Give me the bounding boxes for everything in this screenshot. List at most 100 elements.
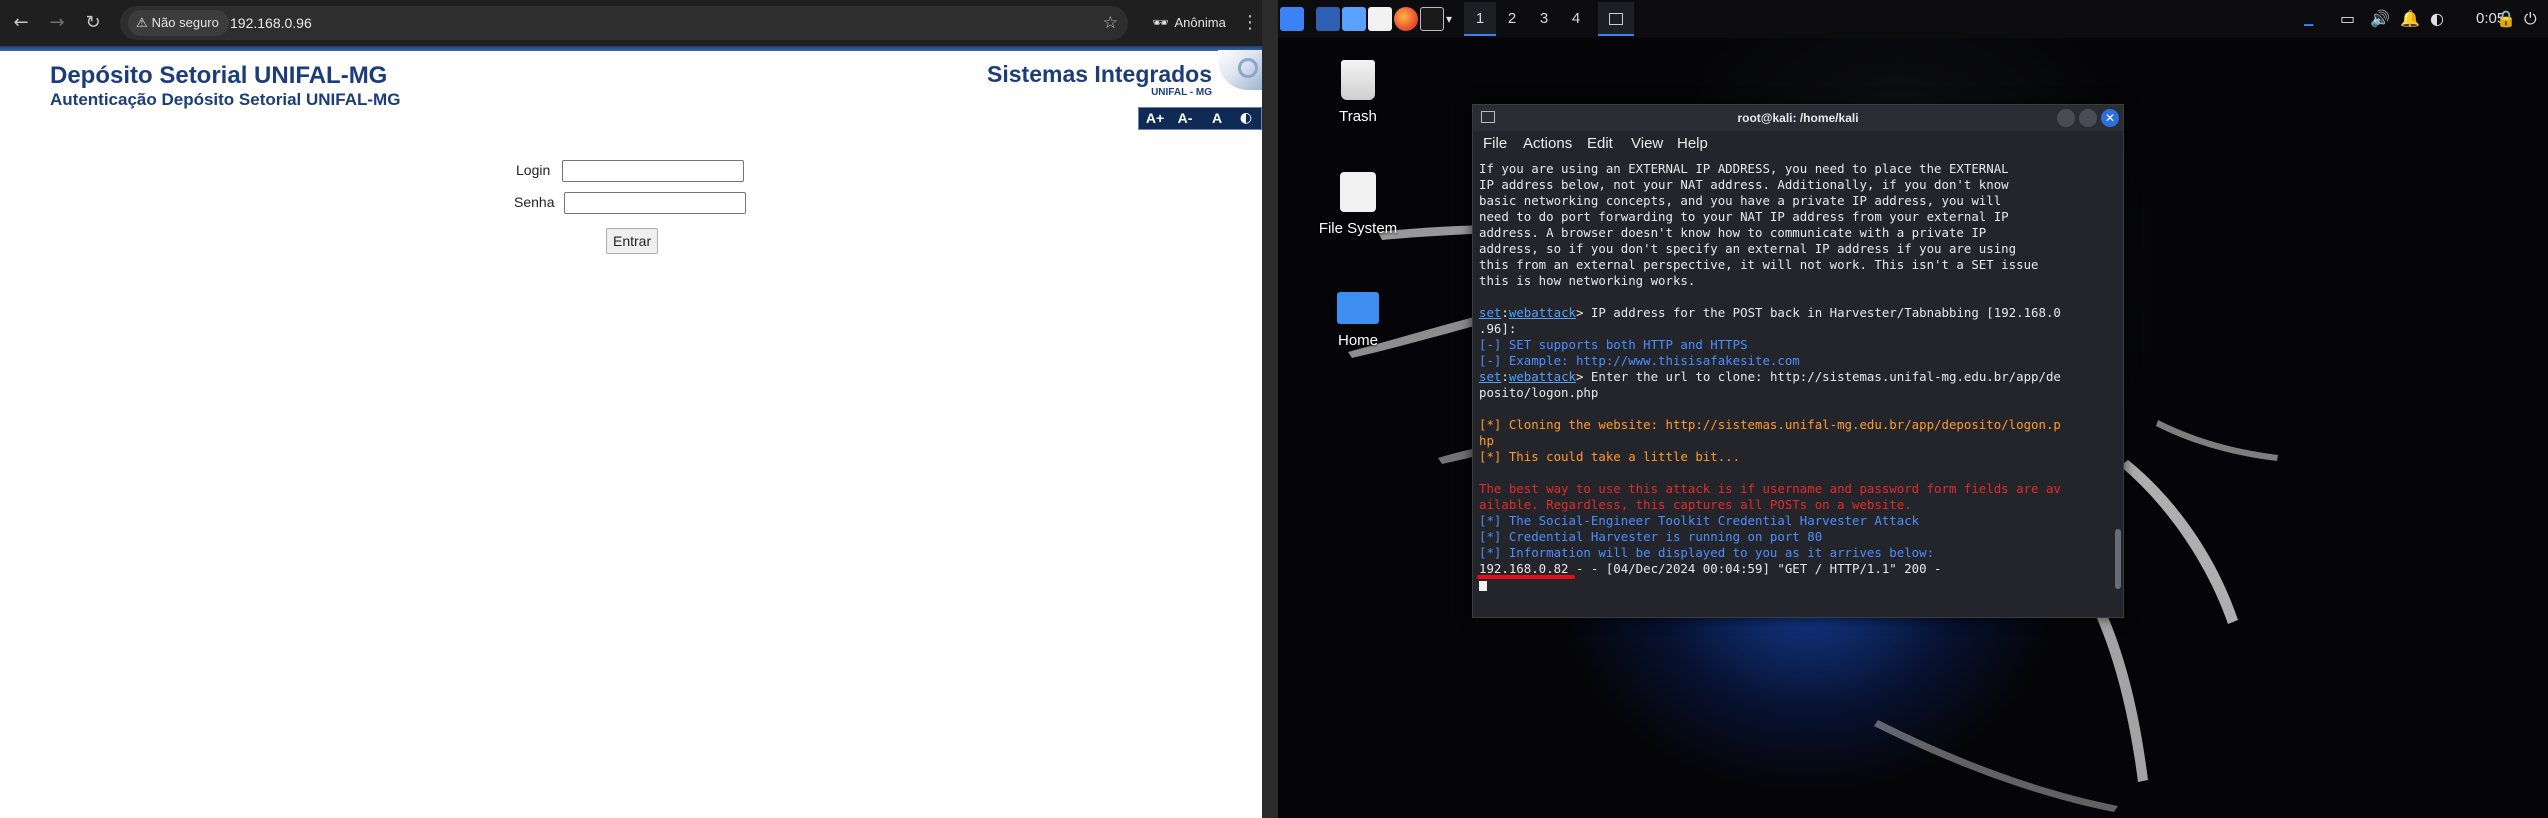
incognito-icon: 🕶 [1152, 16, 1169, 31]
bookmark-star-icon[interactable]: ☆ [1103, 6, 1118, 40]
address-bar[interactable]: ⚠ Não seguro 192.168.0.96 ☆ [120, 6, 1128, 40]
workspace-2[interactable]: 2 [1496, 2, 1528, 36]
show-desktop-icon[interactable] [1316, 7, 1340, 31]
kali-menu-icon[interactable] [1280, 7, 1304, 31]
term-line: this is how networking works. [1479, 273, 1696, 288]
term-line: posito/logon.php [1479, 385, 1599, 400]
back-icon[interactable]: ← [6, 8, 36, 38]
network-graph-icon: ▁ [2304, 12, 2314, 26]
trash-desktop-icon[interactable]: Trash [1298, 60, 1418, 125]
terminal-titlebar[interactable]: root@kali: /home/kali ✕ [1473, 105, 2123, 131]
menu-edit[interactable]: Edit [1587, 131, 1613, 157]
term-line: If you are using an EXTERNAL IP ADDRESS,… [1479, 161, 2009, 176]
launcher-dropdown-icon[interactable]: ▾ [1446, 8, 1452, 30]
prompt-set: set [1479, 305, 1502, 320]
systems-title: Sistemas Integrados [987, 61, 1212, 87]
filesystem-label: File System [1318, 220, 1398, 237]
workspace-4[interactable]: 4 [1560, 2, 1592, 36]
security-label: Não seguro [151, 15, 219, 30]
maximize-button[interactable] [2079, 109, 2097, 127]
systems-subtitle: UNIFAL - MG [1151, 87, 1212, 98]
workspace-3[interactable]: 3 [1528, 2, 1560, 36]
reset-font-button[interactable]: A [1205, 108, 1229, 129]
forward-icon[interactable]: → [42, 8, 72, 38]
password-label: Senha [514, 194, 555, 210]
taskbar: ▾ 1 2 3 4 ▁ ▭ 🔊 🔔 ◐ 0:05 🔒 ⏻ [1278, 0, 2548, 38]
term-line: [*] Credential Harvester is running on p… [1479, 529, 1823, 544]
home-folder-icon [1337, 292, 1379, 324]
lock-icon[interactable]: 🔒 [2496, 8, 2516, 30]
menu-view[interactable]: View [1631, 131, 1663, 157]
browser-menu-icon[interactable]: ⋮ [1240, 8, 1260, 38]
prompt-text: > IP address for the POST back in Harves… [1576, 305, 2061, 320]
submit-button[interactable]: Entrar [606, 228, 659, 254]
term-line: hp [1479, 433, 1494, 448]
incognito-label: Anônima [1174, 15, 1226, 30]
trash-icon [1341, 60, 1375, 100]
terminal-window[interactable]: root@kali: /home/kali ✕ File Actions Edi… [1472, 104, 2124, 618]
power-icon[interactable]: ⏻ [2524, 8, 2537, 30]
prompt-set: set [1479, 369, 1502, 384]
login-input[interactable] [562, 160, 744, 182]
prompt-text: > Enter the url to clone: http://sistema… [1576, 369, 2061, 384]
menu-file[interactable]: File [1483, 131, 1507, 157]
filesystem-desktop-icon[interactable]: File System [1298, 172, 1418, 237]
increase-font-button[interactable]: A+ [1141, 108, 1169, 129]
password-input[interactable] [564, 192, 746, 214]
terminal-task-button[interactable] [1598, 2, 1634, 36]
workspace-1[interactable]: 1 [1464, 2, 1496, 36]
term-line: need to do port forwarding to your NAT I… [1479, 209, 2009, 224]
term-line: address. A browser doesn't know how to c… [1479, 225, 1987, 240]
header-accent-line [0, 46, 1262, 51]
text-editor-icon[interactable] [1368, 7, 1392, 31]
screen: ← → ↻ ⚠ Não seguro 192.168.0.96 ☆ 🕶 Anônim… [0, 0, 2548, 818]
term-line: [*] The Social-Engineer Toolkit Credenti… [1479, 513, 1920, 528]
browser-toolbar: ← → ↻ ⚠ Não seguro 192.168.0.96 ☆ 🕶 Anônim… [0, 0, 1262, 46]
firefox-icon[interactable] [1394, 7, 1418, 31]
login-label: Login [516, 162, 551, 178]
security-chip[interactable]: ⚠ Não seguro [128, 10, 229, 36]
term-line: [*] Cloning the website: http://sistemas… [1479, 417, 2061, 432]
incognito-chip[interactable]: 🕶 Anônima [1140, 8, 1238, 38]
term-line: IP address below, not your NAT address. … [1479, 177, 2009, 192]
terminal-launcher-icon[interactable] [1420, 7, 1444, 31]
window-divider [1262, 0, 1278, 818]
volume-icon[interactable]: 🔊 [2370, 8, 2390, 30]
terminal-title: root@kali: /home/kali [1737, 111, 1859, 125]
term-line: [-] Example: http://www.thisisafakesite.… [1479, 353, 1800, 368]
reload-icon[interactable]: ↻ [78, 8, 108, 38]
home-label: Home [1337, 332, 1378, 349]
contrast-icon[interactable]: ◐ [1233, 108, 1259, 129]
term-line: set:webattack> Enter the url to clone: h… [1479, 369, 2061, 384]
browser-window: ← → ↻ ⚠ Não seguro 192.168.0.96 ☆ 🕶 Anônim… [0, 0, 1262, 818]
menu-help[interactable]: Help [1677, 131, 1708, 157]
trash-label: Trash [1339, 108, 1377, 125]
notifications-icon[interactable]: 🔔 [2400, 8, 2420, 30]
accessibility-bar: A+ A- A ◐ [1138, 107, 1262, 130]
power-manager-icon[interactable]: ◐ [2430, 8, 2444, 30]
term-line: address, so if you don't specify an exte… [1479, 241, 2017, 256]
page-title: Depósito Setorial UNIFAL-MG [50, 62, 388, 89]
corner-logo [1218, 50, 1262, 90]
file-manager-icon[interactable] [1342, 7, 1366, 31]
term-line: this from an external perspective, it wi… [1479, 257, 2039, 272]
drive-icon [1340, 172, 1376, 212]
minimize-button[interactable] [2057, 109, 2075, 127]
decrease-font-button[interactable]: A- [1171, 108, 1199, 129]
url-text[interactable]: 192.168.0.96 [230, 6, 312, 40]
web-page: Depósito Setorial UNIFAL-MG Autenticação… [0, 46, 1262, 818]
terminal-scrollbar[interactable] [2115, 529, 2121, 589]
terminal-cursor [1479, 580, 1487, 591]
menu-actions[interactable]: Actions [1523, 131, 1572, 157]
prompt-module: webattack [1508, 369, 1576, 384]
display-icon[interactable]: ▭ [2340, 8, 2355, 30]
term-line: [-] SET supports both HTTP and HTTPS [1479, 337, 1748, 352]
close-button[interactable]: ✕ [2101, 109, 2119, 127]
term-line: .96]: [1479, 321, 1517, 336]
prompt-module: webattack [1508, 305, 1576, 320]
term-line: basic networking concepts, and you have … [1479, 193, 2002, 208]
terminal-output[interactable]: If you are using an EXTERNAL IP ADDRESS,… [1479, 161, 2109, 613]
terminal-cursor-line [1479, 577, 2109, 593]
red-highlight-underline [1477, 575, 1575, 579]
home-desktop-icon[interactable]: Home [1298, 286, 1418, 349]
